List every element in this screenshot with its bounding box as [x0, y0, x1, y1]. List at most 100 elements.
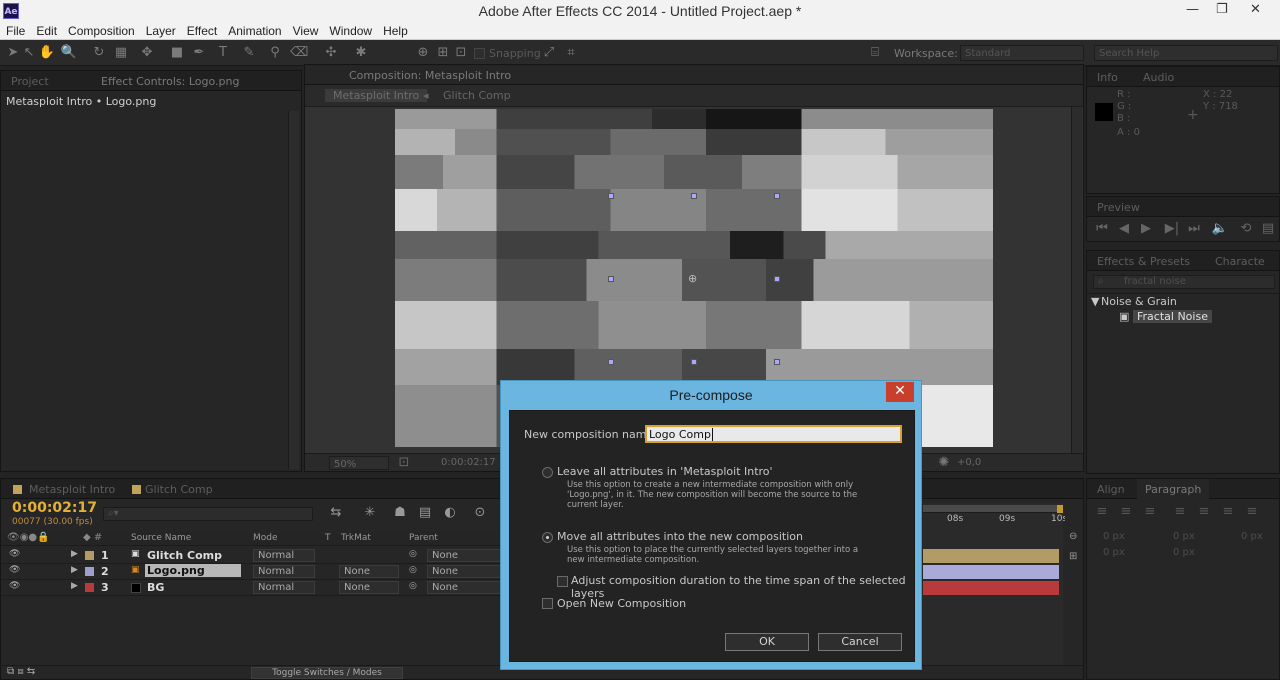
loop-icon[interactable]: ⟲: [1237, 220, 1255, 238]
open-new-composition-label[interactable]: Open New Composition: [557, 597, 686, 610]
menu-composition[interactable]: Composition: [62, 22, 140, 38]
layer-label-color[interactable]: [85, 567, 94, 576]
exposure-value[interactable]: +0,0: [957, 457, 981, 468]
layer-mode-dropdown[interactable]: Normal: [253, 565, 315, 578]
toggle-switches-modes-button[interactable]: Toggle Switches / Modes: [251, 667, 403, 679]
play-icon[interactable]: ▶: [1137, 220, 1155, 238]
draft-3d-icon[interactable]: ✳: [361, 504, 379, 522]
composition-mini-flowchart-icon[interactable]: ⇆: [327, 504, 345, 522]
timeline-search-input[interactable]: ⌕▾: [103, 507, 313, 521]
timeline-comp-button-icon[interactable]: ⊞: [1069, 551, 1077, 562]
snap-edge-icon[interactable]: ⤢: [540, 44, 558, 62]
layer-bar-bg[interactable]: [923, 581, 1059, 595]
menu-effect[interactable]: Effect: [181, 22, 222, 38]
tab-audio[interactable]: Audio: [1135, 67, 1182, 87]
menu-animation[interactable]: Animation: [222, 22, 286, 38]
transform-handle[interactable]: [691, 359, 697, 365]
pan-behind-tool-icon[interactable]: ✥: [138, 44, 156, 62]
leave-attributes-label[interactable]: Leave all attributes in 'Metasploit Intr…: [557, 465, 773, 478]
search-help-input[interactable]: Search Help: [1094, 45, 1278, 61]
category-noise-grain[interactable]: Noise & Grain: [1101, 295, 1177, 308]
world-axis-icon[interactable]: ⊞: [434, 44, 452, 62]
brush-tool-icon[interactable]: ✎: [240, 44, 258, 62]
anchor-point-icon[interactable]: ⊕: [688, 272, 697, 285]
pen-tool-icon[interactable]: ✒: [190, 44, 208, 62]
transform-handle[interactable]: [774, 359, 780, 365]
layer-parent-dropdown[interactable]: None: [427, 565, 503, 578]
transform-handle[interactable]: [774, 276, 780, 282]
align-right-icon[interactable]: ≡: [1141, 503, 1159, 521]
layer-mode-dropdown[interactable]: Normal: [253, 549, 315, 562]
first-frame-icon[interactable]: ⏮: [1093, 220, 1111, 238]
next-frame-icon[interactable]: ▶|: [1163, 220, 1181, 238]
audio-icon[interactable]: 🔈: [1211, 220, 1229, 238]
tab-align[interactable]: Align: [1089, 479, 1133, 499]
camera-tool-icon[interactable]: ▦: [112, 44, 130, 62]
ok-button[interactable]: OK: [725, 633, 809, 651]
justify-all-icon[interactable]: ≡: [1243, 503, 1261, 521]
layer-name[interactable]: BG: [147, 581, 164, 594]
space-after-value[interactable]: 0 px: [1173, 547, 1195, 558]
type-tool-icon[interactable]: T: [214, 44, 232, 62]
layer-name-selected[interactable]: Logo.png: [145, 564, 241, 577]
justify-left-icon[interactable]: ≡: [1171, 503, 1189, 521]
rotate-tool-icon[interactable]: ↻: [90, 44, 108, 62]
tab-info[interactable]: Info: [1089, 67, 1126, 87]
tab-composition[interactable]: Composition: Metasploit Intro: [341, 65, 519, 85]
tab-character[interactable]: Characte: [1207, 251, 1273, 271]
shy-layers-icon[interactable]: ☗: [391, 504, 409, 522]
transform-handle[interactable]: [608, 193, 614, 199]
tab-preview[interactable]: Preview: [1089, 197, 1148, 217]
expand-layer-icon[interactable]: ▶: [71, 565, 78, 575]
menu-view[interactable]: View: [287, 22, 324, 38]
parent-pickwhip-icon[interactable]: ◎: [409, 565, 417, 575]
menu-edit[interactable]: Edit: [30, 22, 62, 38]
selection-arrow-icon[interactable]: ↖: [20, 44, 38, 62]
magnification-dropdown[interactable]: 50%: [329, 456, 389, 470]
indent-left-value[interactable]: 0 px: [1103, 531, 1125, 542]
timeline-layer-row[interactable]: 👁 ▶ 3 BG Normal None ◎ None: [1, 580, 503, 596]
layer-bar-logo[interactable]: [923, 565, 1059, 579]
layer-label-color[interactable]: [85, 583, 94, 592]
crumb-metasploit-intro[interactable]: Metasploit Intro: [325, 89, 428, 102]
transform-handle[interactable]: [691, 193, 697, 199]
visibility-eye-icon[interactable]: 👁: [9, 565, 20, 575]
menu-layer[interactable]: Layer: [140, 22, 181, 38]
menu-help[interactable]: Help: [377, 22, 413, 38]
zoom-tool-icon[interactable]: 🔍: [60, 44, 78, 62]
timeline-zoom-icon[interactable]: ⊖: [1069, 531, 1077, 542]
previous-frame-icon[interactable]: ◀: [1115, 220, 1133, 238]
clone-stamp-tool-icon[interactable]: ⚲: [266, 44, 284, 62]
expand-layer-icon[interactable]: ▶: [71, 549, 78, 559]
snap-grid-icon[interactable]: ⌗: [562, 44, 580, 62]
menu-file[interactable]: File: [0, 22, 30, 38]
layer-trkmat-dropdown[interactable]: None: [339, 565, 399, 578]
effect-controls-scrollbar[interactable]: [288, 111, 299, 469]
move-attributes-label[interactable]: Move all attributes into the new composi…: [557, 530, 803, 543]
timeline-graph-area[interactable]: 08s 09s 10s: [923, 503, 1067, 679]
snapping-checkbox[interactable]: [474, 48, 485, 59]
space-before-value[interactable]: 0 px: [1103, 547, 1125, 558]
local-axis-icon[interactable]: ⊕: [414, 44, 432, 62]
effect-fractal-noise[interactable]: Fractal Noise: [1133, 310, 1212, 323]
hand-tool-icon[interactable]: ✋: [38, 44, 56, 62]
cancel-button[interactable]: Cancel: [818, 633, 902, 651]
work-area-end-handle[interactable]: [1057, 505, 1063, 513]
rectangle-tool-icon[interactable]: ■: [168, 44, 186, 62]
workspace-dropdown[interactable]: Standard: [960, 45, 1084, 61]
composition-name-input[interactable]: Logo Comp: [645, 425, 902, 443]
timeline-timecode[interactable]: 0:00:02:17: [12, 500, 97, 516]
puppet-tool-icon[interactable]: ✱: [352, 44, 370, 62]
composition-scrollbar[interactable]: [1071, 107, 1082, 453]
timeline-layer-row[interactable]: 👁 ▶ 2 ▣ Logo.png Normal None ◎ None: [1, 564, 503, 580]
adjust-duration-checkbox[interactable]: [557, 576, 568, 587]
layer-mode-dropdown[interactable]: Normal: [253, 581, 315, 594]
indent-right-value[interactable]: 0 px: [1241, 531, 1263, 542]
indent-first-value[interactable]: 0 px: [1173, 531, 1195, 542]
restore-icon[interactable]: ❐: [1216, 2, 1228, 17]
transform-handle[interactable]: [608, 359, 614, 365]
tab-effects-presets[interactable]: Effects & Presets: [1089, 251, 1198, 271]
layer-parent-dropdown[interactable]: None: [427, 549, 503, 562]
close-icon[interactable]: ✕: [1250, 2, 1261, 17]
last-frame-icon[interactable]: ⏭: [1185, 220, 1203, 238]
